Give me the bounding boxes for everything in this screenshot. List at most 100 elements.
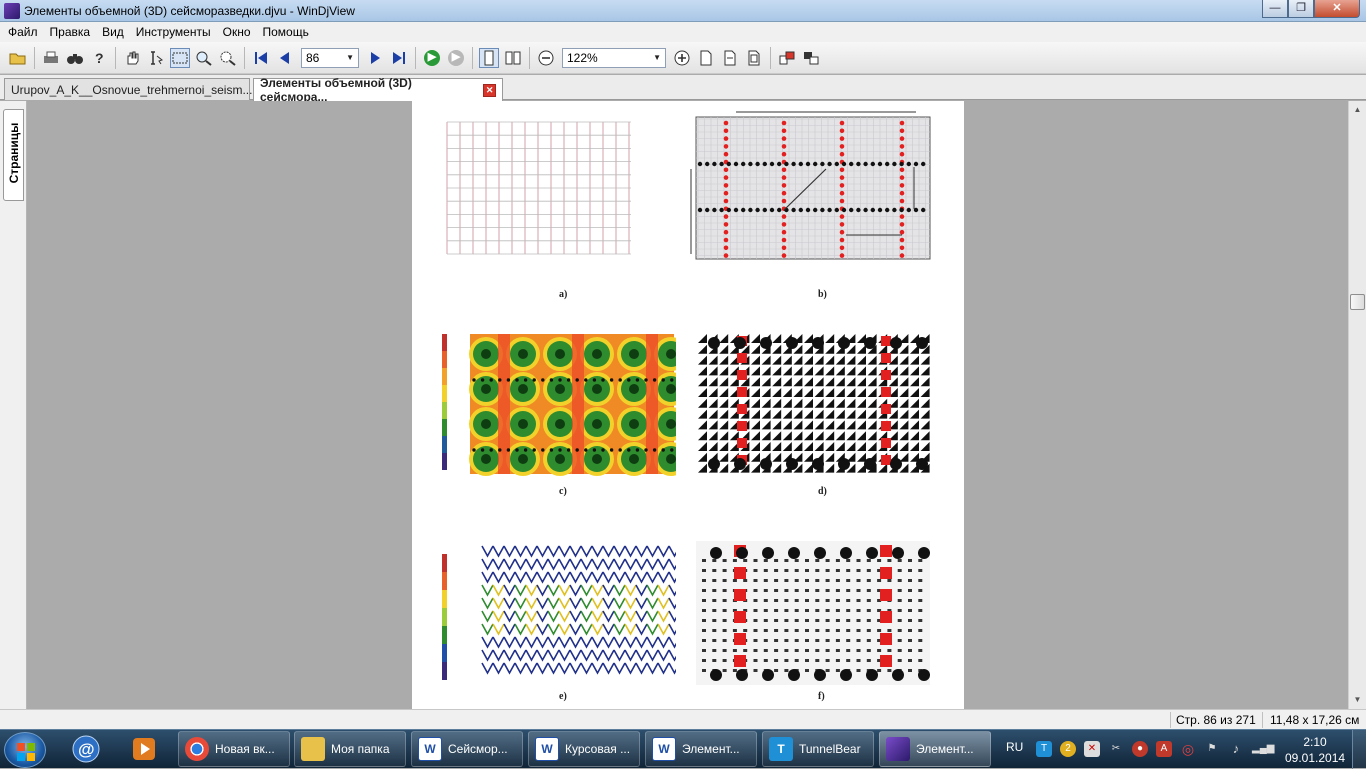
taskbar-item-chrome[interactable]: Новая вк...: [178, 731, 290, 767]
start-button[interactable]: [4, 732, 46, 768]
safely-remove-icon[interactable]: ⚑: [1204, 741, 1220, 757]
menu-edit[interactable]: Правка: [44, 25, 97, 39]
signal-bars-icon[interactable]: ▂▄▆: [1252, 741, 1274, 757]
first-page-icon[interactable]: [251, 48, 271, 68]
find-binoculars-icon[interactable]: [65, 48, 85, 68]
zoom-tool-icon[interactable]: [194, 48, 214, 68]
print-icon[interactable]: [41, 48, 61, 68]
wave-mark: [547, 662, 560, 675]
menu-tools[interactable]: Инструменты: [130, 25, 217, 39]
taskbar-item-folder[interactable]: Моя папка: [294, 731, 406, 767]
close-button[interactable]: ✕: [1314, 0, 1360, 18]
pattern-mark: [763, 579, 768, 582]
actual-size-icon[interactable]: [696, 48, 716, 68]
show-desktop-button[interactable]: [1352, 730, 1366, 769]
zoom-in-icon[interactable]: [672, 48, 692, 68]
tunnelbear-tray-icon[interactable]: T: [1036, 741, 1052, 757]
source-point: [723, 128, 729, 134]
tab-elements-3d[interactable]: Элементы объемной (3D) сейсмора... ✕: [253, 76, 503, 104]
receiver-point: [618, 378, 622, 382]
back-icon[interactable]: ▶: [446, 48, 466, 68]
taskbar-item-word-2[interactable]: W Курсовая ...: [528, 731, 640, 767]
wave-mark: [646, 662, 659, 675]
rotate-right-icon[interactable]: [801, 48, 821, 68]
open-folder-icon[interactable]: [8, 48, 28, 68]
source-point: [839, 253, 845, 258]
network-flag-icon[interactable]: ✕: [1084, 741, 1100, 757]
update-tray-icon[interactable]: 2: [1060, 741, 1076, 757]
wave-mark: [624, 545, 637, 558]
fit-page-icon[interactable]: [744, 48, 764, 68]
zoom-combo[interactable]: 122% ▼: [562, 47, 666, 68]
source-point: [734, 655, 746, 667]
close-tab-icon[interactable]: ✕: [483, 83, 496, 97]
minimize-button[interactable]: —: [1262, 0, 1288, 18]
wave-mark: [635, 584, 648, 597]
source-point: [839, 167, 845, 173]
antivirus-tray-icon[interactable]: ●: [1132, 741, 1148, 757]
document-viewport[interactable]: a) b) c) d) e) f): [28, 101, 1348, 709]
maximize-button[interactable]: ❐: [1288, 0, 1314, 18]
taskbar-item-tunnelbear[interactable]: T TunnelBear: [762, 731, 874, 767]
hand-tool-icon[interactable]: [122, 48, 142, 68]
wave-mark: [503, 558, 516, 571]
source-point: [899, 120, 905, 126]
pattern-mark: [918, 619, 923, 622]
menu-help[interactable]: Помощь: [257, 25, 315, 39]
last-page-icon[interactable]: [389, 48, 409, 68]
target-tray-icon[interactable]: ◎: [1180, 741, 1196, 757]
pattern-mark: [918, 639, 923, 642]
zoom-rect-icon[interactable]: [218, 48, 238, 68]
pages-panel-tab[interactable]: Страницы: [3, 109, 24, 201]
taskbar-item-word-3[interactable]: W Элемент...: [645, 731, 757, 767]
taskbar-item-word-1[interactable]: W Сейсмор...: [411, 731, 523, 767]
pattern-mark: [784, 589, 789, 592]
wave-mark: [580, 571, 593, 584]
pattern-mark: [774, 649, 779, 652]
clock[interactable]: 2:10 09.01.2014: [1285, 734, 1345, 766]
pattern-mark: [753, 669, 758, 672]
single-page-icon[interactable]: [479, 47, 499, 68]
scroll-up-icon[interactable]: ▲: [1349, 101, 1366, 118]
prev-page-icon[interactable]: [275, 48, 295, 68]
pattern-mark: [897, 619, 902, 622]
receiver-point: [827, 161, 832, 167]
menu-file[interactable]: Файл: [2, 25, 44, 39]
receiver-point: [760, 458, 772, 470]
volume-icon[interactable]: ♪: [1228, 741, 1244, 757]
fit-width-icon[interactable]: [720, 48, 740, 68]
text-select-icon[interactable]: [146, 48, 166, 68]
rect-select-icon[interactable]: [170, 47, 190, 68]
forward-icon[interactable]: ▶: [422, 48, 442, 68]
pattern-background: [696, 541, 930, 685]
receiver-point: [726, 161, 731, 167]
receiver-point: [812, 337, 824, 349]
next-page-icon[interactable]: [365, 48, 385, 68]
taskbar-item-windjview[interactable]: Элемент...: [879, 731, 991, 767]
tab-urupov[interactable]: Urupov_A_K__Osnovue_trehmernoi_seism... …: [4, 78, 269, 100]
pdf-tray-icon[interactable]: A: [1156, 741, 1172, 757]
scroll-thumb[interactable]: [1350, 294, 1365, 310]
media-player-icon[interactable]: [126, 733, 162, 765]
tools-tray-icon[interactable]: ✂: [1108, 741, 1124, 757]
language-indicator[interactable]: RU: [1006, 740, 1023, 754]
page-number-combo[interactable]: 86 ▼: [301, 47, 359, 68]
mail-at-icon[interactable]: @: [68, 733, 104, 765]
rotate-left-icon[interactable]: [777, 48, 797, 68]
scroll-down-icon[interactable]: ▼: [1349, 691, 1366, 708]
wave-mark: [613, 649, 626, 662]
menu-window[interactable]: Окно: [217, 25, 257, 39]
zoom-out-icon[interactable]: [536, 48, 556, 68]
receiver-point: [652, 448, 657, 452]
help-question-icon[interactable]: ?: [89, 48, 109, 68]
wave-mark: [481, 662, 494, 675]
receiver-point: [777, 161, 782, 167]
pattern-mark: [774, 569, 779, 572]
vertical-scrollbar[interactable]: ▲ ▼: [1348, 101, 1366, 709]
heatmap-cell: [592, 419, 602, 429]
two-page-icon[interactable]: [503, 48, 523, 68]
menu-view[interactable]: Вид: [96, 25, 130, 39]
wave-mark: [624, 558, 637, 571]
color-scale-bar: [442, 334, 447, 351]
wave-mark: [547, 623, 560, 636]
